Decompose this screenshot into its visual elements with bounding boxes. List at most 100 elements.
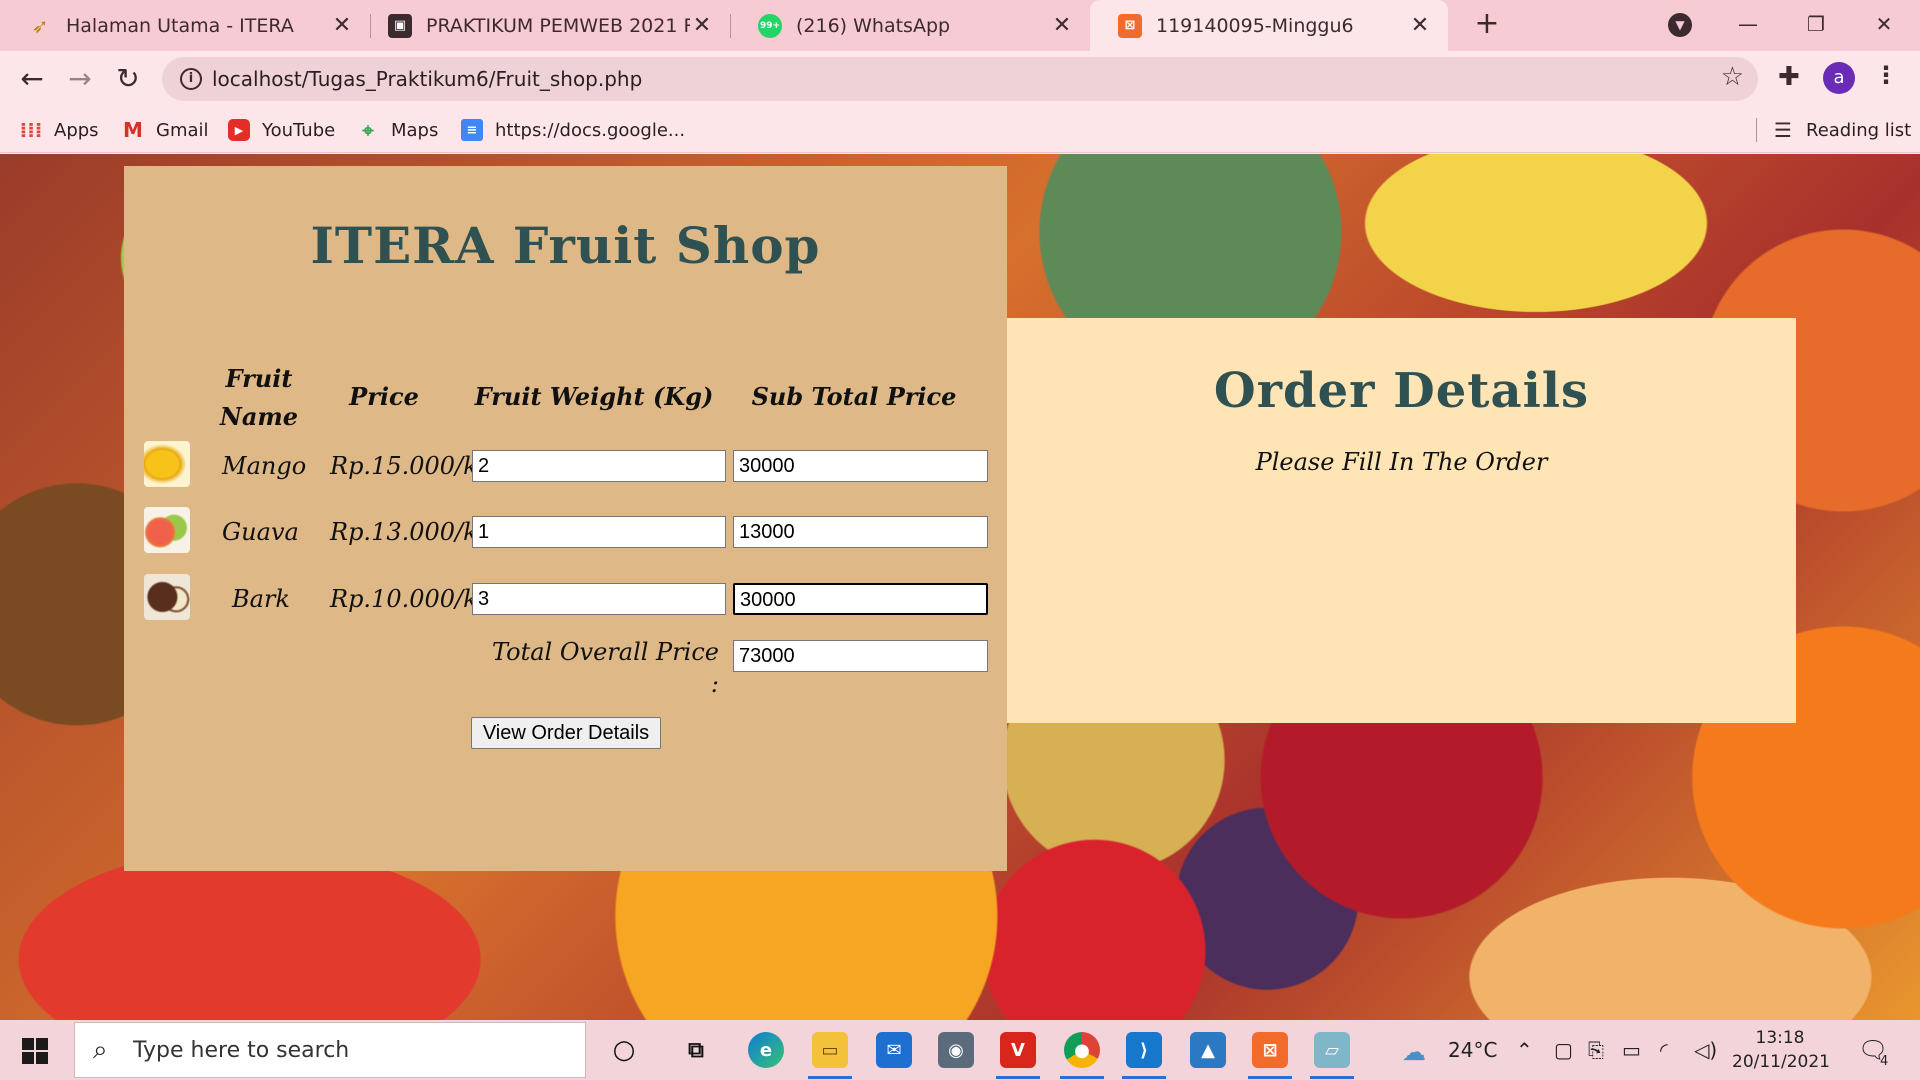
shop-title: ITERA Fruit Shop (310, 216, 821, 275)
subtotal-field-guava[interactable]: 13000 (733, 516, 988, 548)
bookmark-label: https://docs.google... (495, 119, 686, 141)
file-explorer-icon[interactable]: ▭ (812, 1032, 848, 1068)
xampp-favicon-icon: ⊠ (1118, 13, 1142, 38)
bookmark-label: Gmail (156, 119, 209, 141)
whatsapp-favicon-icon: 99+ (758, 13, 782, 38)
bookmarks-bar: ⁞⁞⁞ Apps M Gmail ▶ YouTube ⌖ Maps ≡ http… (0, 107, 1920, 153)
minimize-icon[interactable]: — (1728, 6, 1768, 42)
tab-praktikum[interactable]: ▣ PRAKTIKUM PEMWEB 2021 RA, R ✕ (360, 0, 730, 51)
vscode-icon[interactable]: ⟩ (1126, 1032, 1162, 1068)
price-guava: Rp.13.000/kg (330, 518, 494, 546)
price-bark: Rp.10.000/kg (330, 585, 494, 613)
view-order-details-button[interactable]: View Order Details (471, 717, 661, 749)
fruit-name-bark: Bark (232, 585, 290, 613)
bookmark-google-docs[interactable]: ≡ https://docs.google... (461, 107, 685, 153)
bookmark-maps[interactable]: ⌖ Maps (357, 107, 438, 153)
close-icon[interactable]: ✕ (330, 13, 354, 38)
reload-icon[interactable]: ↻ (108, 59, 148, 99)
reading-list-button[interactable]: ☰ Reading list (1772, 107, 1911, 153)
clock-date: 20/11/2021 (1732, 1052, 1830, 1072)
battery-icon[interactable]: ▭ (1622, 1038, 1641, 1062)
clipboard-icon[interactable]: ⎘ (1588, 1038, 1604, 1062)
tab-title: 119140095-Minggu6 (1156, 14, 1354, 37)
chevron-up-icon[interactable]: ⌃ (1516, 1038, 1533, 1062)
reading-list-label: Reading list (1806, 119, 1912, 141)
close-icon[interactable]: ✕ (1408, 13, 1432, 38)
search-placeholder: Type here to search (133, 1038, 350, 1063)
meet-now-icon[interactable]: ▢ (1554, 1038, 1573, 1062)
running-indicator (996, 1076, 1040, 1079)
wifi-icon[interactable]: ◜ (1660, 1038, 1668, 1062)
gmail-icon: M (123, 118, 143, 142)
order-details-title: Order Details (1213, 363, 1590, 419)
close-icon[interactable]: ✕ (690, 13, 714, 38)
volume-icon[interactable]: ◁) (1694, 1038, 1717, 1062)
total-price-field[interactable]: 73000 (733, 640, 988, 672)
bark-salak-image (144, 574, 190, 620)
weight-input-mango[interactable]: 2 (472, 450, 726, 482)
windows-start-icon[interactable] (22, 1038, 48, 1064)
new-tab-button[interactable]: + (1470, 8, 1504, 42)
bookmark-label: Apps (54, 119, 99, 141)
forward-arrow-icon[interactable]: → (60, 59, 100, 99)
apps-grid-icon: ⁞⁞⁞ (19, 118, 43, 142)
tab-minggu6[interactable]: ⊠ 119140095-Minggu6 ✕ (1090, 0, 1448, 51)
weight-input-guava[interactable]: 1 (472, 516, 726, 548)
tab-search-icon[interactable]: ▼ (1668, 13, 1692, 37)
system-clock[interactable]: 13:18 20/11/2021 (1732, 1026, 1830, 1074)
running-indicator (1060, 1076, 1104, 1079)
kebab-menu-icon[interactable]: ⋮ (1874, 61, 1898, 89)
site-info-icon[interactable]: i (180, 68, 202, 90)
task-view-icon[interactable]: ⧉ (678, 1032, 714, 1068)
tab-title: Halaman Utama - ITERA (66, 14, 294, 37)
reading-list-icon: ☰ (1774, 118, 1792, 142)
url-text[interactable]: localhost/Tugas_Praktikum6/Fruit_shop.ph… (212, 57, 642, 101)
bookmark-youtube[interactable]: ▶ YouTube (228, 107, 335, 153)
edge-icon[interactable]: e (748, 1032, 784, 1068)
restore-icon[interactable]: ❐ (1796, 6, 1836, 42)
weight-input-bark[interactable]: 3 (472, 583, 726, 615)
back-arrow-icon[interactable]: ← (12, 59, 52, 99)
subtotal-field-mango[interactable]: 30000 (733, 450, 988, 482)
mail-icon[interactable]: ✉ (876, 1032, 912, 1068)
bookmark-gmail[interactable]: M Gmail (122, 107, 209, 153)
header-fruit-name: Fruit Name (219, 364, 299, 431)
running-indicator (1310, 1076, 1354, 1079)
youtube-icon: ▶ (228, 119, 250, 141)
address-bar[interactable]: i localhost/Tugas_Praktikum6/Fruit_shop.… (162, 57, 1758, 101)
fruit-shop-form: ITERA Fruit Shop Fruit Name Price Fruit … (124, 166, 1007, 871)
taskbar-search-box[interactable]: ⌕ Type here to search (74, 1022, 586, 1078)
winrar-icon[interactable]: V (1000, 1032, 1036, 1068)
tab-title: PRAKTIKUM PEMWEB 2021 RA, R (426, 14, 690, 37)
window-close-icon[interactable]: ✕ (1864, 6, 1904, 42)
itera-favicon-icon: ➶ (31, 13, 49, 38)
photos-icon[interactable]: ▲ (1190, 1032, 1226, 1068)
camera-icon[interactable]: ◉ (938, 1032, 974, 1068)
mango-image (144, 441, 190, 487)
notepad-icon[interactable]: ▱ (1314, 1032, 1350, 1068)
search-icon: ⌕ (93, 1035, 108, 1065)
bookmark-divider (1756, 118, 1757, 142)
browser-toolbar: ← → ↻ i localhost/Tugas_Praktikum6/Fruit… (0, 51, 1920, 107)
price-mango: Rp.15.000/kg (330, 452, 494, 480)
extensions-puzzle-icon[interactable]: ✚ (1778, 62, 1800, 92)
cortana-icon[interactable]: ○ (606, 1032, 642, 1068)
header-sub-total: Sub Total Price (751, 382, 957, 411)
profile-avatar[interactable]: a (1823, 62, 1855, 94)
bookmark-label: Maps (391, 119, 439, 141)
classroom-favicon-icon: ▣ (388, 13, 412, 38)
weather-temperature[interactable]: 24°C (1448, 1020, 1497, 1080)
running-indicator (808, 1076, 852, 1079)
weather-icon[interactable]: ☁ (1402, 1038, 1426, 1066)
fruit-name-guava: Guava (222, 518, 299, 546)
close-icon[interactable]: ✕ (1050, 13, 1074, 38)
tab-halaman-utama[interactable]: ➶ Halaman Utama - ITERA ✕ (0, 0, 370, 51)
page-viewport: ITERA Fruit Shop Fruit Name Price Fruit … (0, 154, 1920, 1020)
bookmark-apps[interactable]: ⁞⁞⁞ Apps (20, 107, 99, 153)
bookmark-star-icon[interactable]: ☆ (1721, 62, 1744, 92)
chrome-icon[interactable]: ● (1064, 1032, 1100, 1068)
order-details-panel: Order Details Please Fill In The Order (1007, 318, 1796, 723)
tab-whatsapp[interactable]: 99+ (216) WhatsApp ✕ (730, 0, 1090, 51)
subtotal-field-bark[interactable]: 30000 (733, 583, 988, 615)
xampp-icon[interactable]: ⊠ (1252, 1032, 1288, 1068)
